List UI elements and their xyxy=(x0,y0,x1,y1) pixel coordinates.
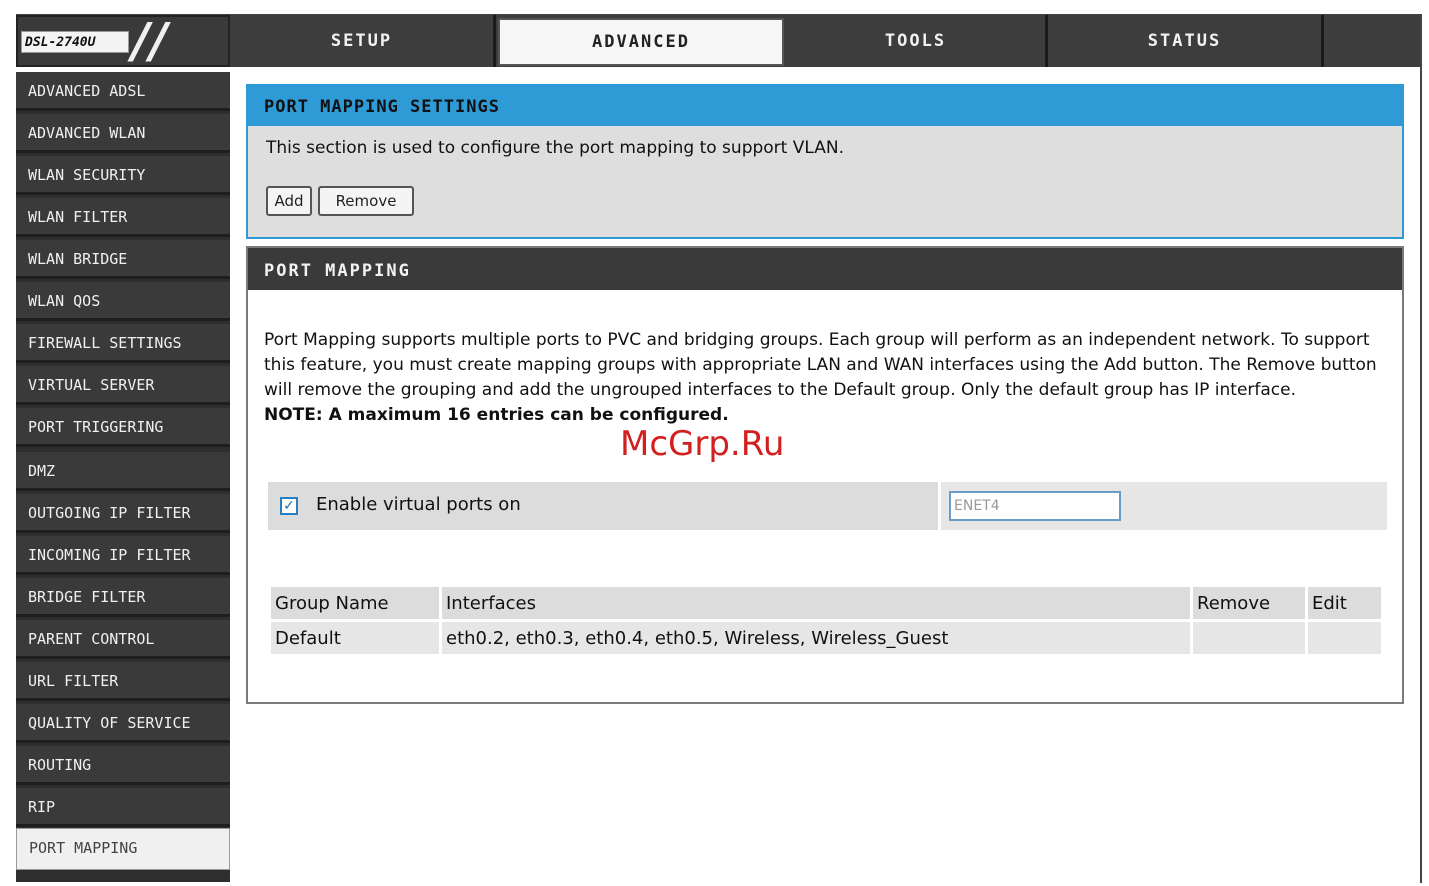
sidebar-item-rip[interactable]: RIP xyxy=(16,788,230,827)
settings-description: This section is used to configure the po… xyxy=(266,138,844,158)
sidebar-item-wlan-security[interactable]: WLAN SECURITY xyxy=(16,156,230,195)
mapping-note: NOTE: A maximum 16 entries can be config… xyxy=(264,405,729,425)
sidebar-item-incoming-ip-filter[interactable]: INCOMING IP FILTER xyxy=(16,536,230,575)
cell-interfaces: eth0.2, eth0.3, eth0.4, eth0.5, Wireless… xyxy=(442,622,1190,654)
port-mapping-settings-panel: PORT MAPPING SETTINGS This section is us… xyxy=(246,84,1404,239)
add-button[interactable]: Add xyxy=(266,186,312,216)
virtual-ports-input[interactable]: ENET4 xyxy=(949,491,1121,521)
sidebar-item-quality-of-service[interactable]: QUALITY OF SERVICE xyxy=(16,704,230,743)
port-mapping-panel: PORT MAPPING Port Mapping supports multi… xyxy=(246,246,1404,704)
col-interfaces: Interfaces xyxy=(442,587,1190,619)
logo-slash-icon: / xyxy=(150,15,168,67)
cell-group-name: Default xyxy=(271,622,439,654)
top-nav: SETUP ADVANCED TOOLS STATUS xyxy=(230,15,1420,67)
model-label: DSL-2740U xyxy=(21,31,129,53)
tab-setup[interactable]: SETUP xyxy=(230,15,496,67)
sidebar-item-parent-control[interactable]: PARENT CONTROL xyxy=(16,620,230,659)
watermark: McGrp.Ru xyxy=(620,424,785,464)
remove-button[interactable]: Remove xyxy=(318,186,414,216)
tab-status[interactable]: STATUS xyxy=(1048,15,1324,67)
sidebar-item-firewall-settings[interactable]: FIREWALL SETTINGS xyxy=(16,324,230,363)
logo-slash-icon: / xyxy=(132,15,150,67)
tab-advanced[interactable]: ADVANCED xyxy=(498,18,784,66)
sidebar-item-port-triggering[interactable]: PORT TRIGGERING xyxy=(16,408,230,447)
table-header-row: Group Name Interfaces Remove Edit xyxy=(271,587,1381,619)
cell-edit[interactable] xyxy=(1308,622,1381,654)
table-row: Default eth0.2, eth0.3, eth0.4, eth0.5, … xyxy=(271,622,1381,654)
tab-tools[interactable]: TOOLS xyxy=(786,15,1048,67)
sidebar: ADVANCED ADSL ADVANCED WLAN WLAN SECURIT… xyxy=(16,72,230,882)
mapping-paragraph: Port Mapping supports multiple ports to … xyxy=(264,330,1377,400)
brand-logo: DSL-2740U / / xyxy=(16,15,230,67)
col-remove: Remove xyxy=(1193,587,1305,619)
virtual-ports-label: Enable virtual ports on xyxy=(316,494,521,515)
sidebar-item-advanced-adsl[interactable]: ADVANCED ADSL xyxy=(16,72,230,111)
sidebar-item-advanced-wlan[interactable]: ADVANCED WLAN xyxy=(16,114,230,153)
enable-virtual-ports-checkbox[interactable]: ✓ xyxy=(280,497,298,515)
cell-remove[interactable] xyxy=(1193,622,1305,654)
sidebar-item-wlan-bridge[interactable]: WLAN BRIDGE xyxy=(16,240,230,279)
settings-title: PORT MAPPING SETTINGS xyxy=(248,86,1402,126)
virtual-ports-cell: ENET4 xyxy=(938,482,1387,530)
mapping-description: Port Mapping supports multiple ports to … xyxy=(264,328,1394,428)
group-table: Group Name Interfaces Remove Edit Defaul… xyxy=(268,584,1384,657)
sidebar-item-wlan-qos[interactable]: WLAN QOS xyxy=(16,282,230,321)
sidebar-item-wlan-filter[interactable]: WLAN FILTER xyxy=(16,198,230,237)
sidebar-item-routing[interactable]: ROUTING xyxy=(16,746,230,785)
sidebar-item-bridge-filter[interactable]: BRIDGE FILTER xyxy=(16,578,230,617)
col-edit: Edit xyxy=(1308,587,1381,619)
sidebar-item-url-filter[interactable]: URL FILTER xyxy=(16,662,230,701)
col-group-name: Group Name xyxy=(271,587,439,619)
virtual-ports-row: ✓ Enable virtual ports on ENET4 xyxy=(268,482,1387,530)
sidebar-item-outgoing-ip-filter[interactable]: OUTGOING IP FILTER xyxy=(16,494,230,533)
mapping-title: PORT MAPPING xyxy=(248,248,1402,290)
sidebar-item-port-mapping[interactable]: PORT MAPPING xyxy=(16,828,230,870)
sidebar-item-virtual-server[interactable]: VIRTUAL SERVER xyxy=(16,366,230,405)
sidebar-item-dmz[interactable]: DMZ xyxy=(16,452,230,491)
